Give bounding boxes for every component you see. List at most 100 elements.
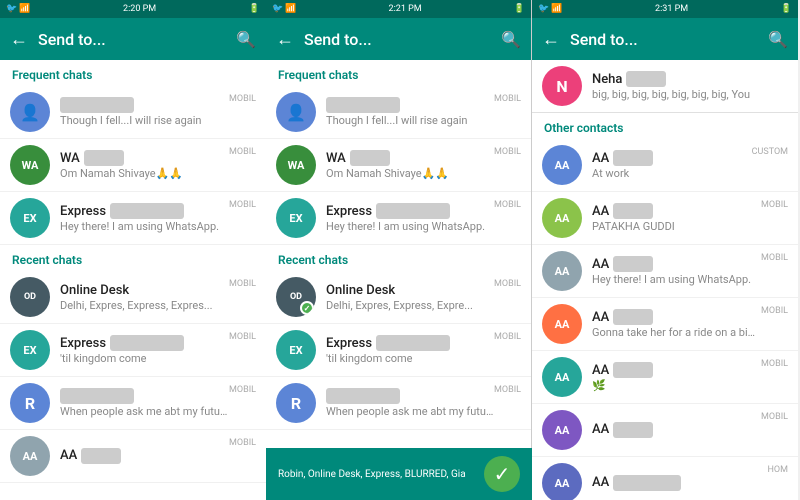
contact-preview: Om Namah Shivaye🙏🙏 bbox=[326, 167, 494, 180]
signal-icon: 📶 bbox=[19, 4, 30, 14]
selection-bar[interactable]: Robin, Online Desk, Express, BLURRED, Gi… bbox=[266, 448, 532, 500]
list-item[interactable]: EX Express ████████ 'til kingdom come MO… bbox=[0, 324, 266, 377]
selected-check: ✓ bbox=[300, 301, 314, 315]
contact-preview: When people ask me abt my future pl bbox=[326, 405, 494, 418]
contact-info: AA ████ Hey there! I am using WhatsApp. bbox=[592, 256, 761, 286]
list-item[interactable]: EX Express ████████ 'til kingdom come MO… bbox=[266, 324, 531, 377]
list-item[interactable]: AA AA ████ PATAKHA GUDDI MOBIL bbox=[532, 192, 798, 245]
contact-name: AA ███ ████ bbox=[592, 475, 768, 491]
avatar: 👤 bbox=[276, 92, 316, 132]
twitter-icon: 🐦 bbox=[538, 4, 549, 14]
contact-meta: MOBIL bbox=[494, 332, 521, 342]
list-item[interactable]: WA WA ████ Om Namah Shivaye🙏🙏 MOBIL bbox=[0, 139, 266, 192]
search-button-2[interactable]: 🔍 bbox=[501, 30, 521, 49]
contact-meta: MOBIL bbox=[229, 279, 256, 289]
contact-preview: Hey there! I am using WhatsApp. bbox=[60, 220, 229, 233]
list-item[interactable]: AA AA ████ MOBIL bbox=[0, 430, 266, 483]
contact-meta: MOBIL bbox=[229, 200, 256, 210]
avatar: R bbox=[276, 383, 316, 423]
contact-name: Online Desk bbox=[326, 283, 494, 298]
contact-meta: MOBIL bbox=[229, 94, 256, 104]
list-item[interactable]: 👤 ████████ Though I fell...I will rise a… bbox=[266, 86, 531, 139]
contact-info: AA ████ Gonna take her for a ride on a b… bbox=[592, 309, 761, 339]
contact-preview: At work bbox=[592, 167, 752, 180]
avatar: N bbox=[542, 66, 582, 106]
panel-3: 🐦 📶 2:31 PM 🔋 ← Send to... 🔍 N Neha ████… bbox=[532, 0, 798, 500]
avatar: AA bbox=[542, 304, 582, 344]
time-2: 2:21 PM bbox=[389, 4, 422, 14]
contact-name: WA ████ bbox=[60, 150, 229, 166]
contact-info: ████████ When people ask me abt my futur… bbox=[326, 388, 494, 418]
contact-info: AA ████ bbox=[592, 422, 761, 439]
list-item[interactable]: R ████████ When people ask me abt my fut… bbox=[0, 377, 266, 430]
search-button-1[interactable]: 🔍 bbox=[236, 30, 256, 49]
contact-preview: 'til kingdom come bbox=[326, 352, 494, 365]
contact-name: ████████ bbox=[60, 388, 229, 404]
back-button-2[interactable]: ← bbox=[276, 29, 294, 50]
contact-name: Express ████████ bbox=[326, 203, 494, 219]
contact-info: ████████ Though I fell...I will rise aga… bbox=[326, 97, 494, 127]
time-3: 2:31 PM bbox=[655, 4, 688, 14]
contact-preview: Delhi, Expres, Express, Expre... bbox=[326, 299, 494, 312]
contact-name: Express ████████ bbox=[326, 335, 494, 351]
status-bar-2: 🐦 📶 2:21 PM 🔋 bbox=[266, 0, 531, 18]
battery-icon: 🔋 bbox=[514, 4, 525, 14]
list-item[interactable]: 👤 ████████ Though I fell...I will rise a… bbox=[0, 86, 266, 139]
contact-meta: MOBIL bbox=[494, 147, 521, 157]
contact-preview: PATAKHA GUDDI bbox=[592, 220, 761, 233]
signal-icon: 📶 bbox=[551, 4, 562, 14]
contact-info: AA ████ 🌿 bbox=[592, 362, 761, 392]
contact-info: WA ████ Om Namah Shivaye🙏🙏 bbox=[60, 150, 229, 180]
avatar: OD bbox=[10, 277, 50, 317]
avatar: EX bbox=[10, 330, 50, 370]
list-item[interactable]: AA AA ████ Hey there! I am using WhatsAp… bbox=[532, 245, 798, 298]
status-right-icons: 🔋 bbox=[249, 4, 260, 14]
contact-info: Online Desk Delhi, Expres, Express, Expr… bbox=[60, 283, 229, 312]
contact-meta: MOBIL bbox=[494, 94, 521, 104]
back-button-1[interactable]: ← bbox=[10, 29, 28, 50]
list-item[interactable]: EX Express ████████ Hey there! I am usin… bbox=[0, 192, 266, 245]
back-button-3[interactable]: ← bbox=[542, 29, 560, 50]
list-item[interactable]: AA AA ███ ████ HOM bbox=[532, 457, 798, 500]
signal-icon: 📶 bbox=[285, 4, 296, 14]
list-item[interactable]: WA WA ████ Om Namah Shivaye🙏🙏 MOBIL bbox=[266, 139, 531, 192]
battery-icon: 🔋 bbox=[249, 4, 260, 14]
contact-preview: Delhi, Expres, Express, Expres... bbox=[60, 299, 229, 312]
avatar: AA bbox=[542, 357, 582, 397]
list-item[interactable]: EX Express ████████ Hey there! I am usin… bbox=[266, 192, 531, 245]
battery-icon: 🔋 bbox=[781, 4, 792, 14]
avatar: EX bbox=[276, 198, 316, 238]
contact-name: Express ████████ bbox=[60, 203, 229, 219]
list-item[interactable]: AA AA ████ Gonna take her for a ride on … bbox=[532, 298, 798, 351]
list-item[interactable]: AA AA ████ MOBIL bbox=[532, 404, 798, 457]
contact-info: Express ████████ Hey there! I am using W… bbox=[60, 203, 229, 233]
avatar: AA bbox=[542, 145, 582, 185]
contact-info: AA ████ bbox=[60, 448, 229, 465]
avatar: AA bbox=[542, 463, 582, 500]
list-item[interactable]: AA AA ████ 🌿 MOBIL bbox=[532, 351, 798, 404]
list-item[interactable]: OD Online Desk Delhi, Expres, Express, E… bbox=[0, 271, 266, 324]
contact-meta: MOBIL bbox=[229, 147, 256, 157]
contact-name: AA ████ bbox=[592, 309, 761, 325]
avatar: AA bbox=[542, 410, 582, 450]
status-bar-1: 🐦 📶 2:20 PM 🔋 bbox=[0, 0, 266, 18]
contact-meta: MOBIL bbox=[761, 306, 788, 316]
contact-preview: big, big, big, big, big, big, big, You bbox=[592, 88, 788, 101]
avatar: AA bbox=[542, 198, 582, 238]
selection-text: Robin, Online Desk, Express, BLURRED, Gi… bbox=[278, 469, 466, 480]
list-item[interactable]: AA AA ████ At work CUSTOM bbox=[532, 139, 798, 192]
list-item[interactable]: OD ✓ Online Desk Delhi, Expres, Express,… bbox=[266, 271, 531, 324]
contact-info: AA ███ ████ bbox=[592, 475, 768, 492]
send-button[interactable]: ✓ bbox=[484, 456, 520, 492]
contact-meta: MOBIL bbox=[494, 385, 521, 395]
contact-info: AA ████ PATAKHA GUDDI bbox=[592, 203, 761, 233]
contact-name: Neha ████ bbox=[592, 71, 788, 87]
contact-preview: Though I fell...I will rise again bbox=[60, 114, 229, 127]
header-title-3: Send to... bbox=[570, 30, 758, 49]
section-recent-2: Recent chats bbox=[266, 245, 531, 271]
contact-name: ████████ bbox=[326, 97, 494, 113]
list-item[interactable]: R ████████ When people ask me abt my fut… bbox=[266, 377, 531, 430]
header-1: ← Send to... 🔍 bbox=[0, 18, 266, 60]
search-button-3[interactable]: 🔍 bbox=[768, 30, 788, 49]
list-item[interactable]: N Neha ████ big, big, big, big, big, big… bbox=[532, 60, 798, 113]
